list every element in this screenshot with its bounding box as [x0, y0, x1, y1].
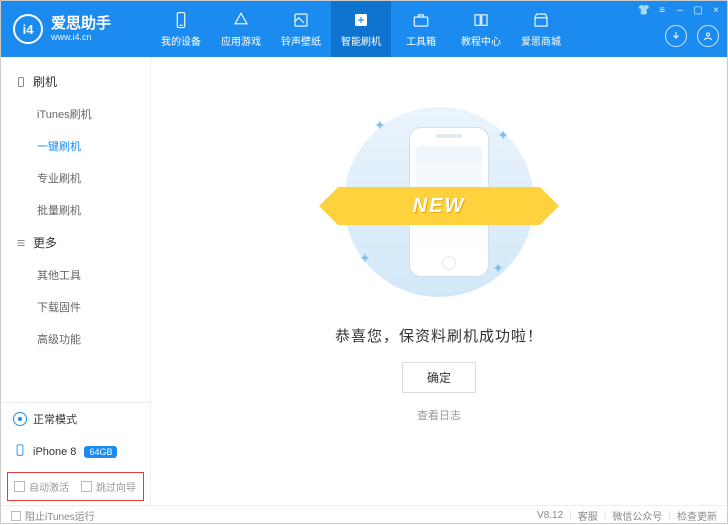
app-logo: i4 爱思助手 www.i4.cn: [1, 14, 151, 44]
maximize-button[interactable]: ▢: [691, 3, 705, 17]
checkbox-label: 跳过向导: [96, 479, 136, 494]
mode-row[interactable]: 正常模式: [1, 403, 150, 435]
sidebar-item-oneclick-flash[interactable]: 一键刷机: [1, 130, 150, 162]
window-controls: 👕 ≡ – ▢ ×: [637, 3, 723, 17]
toolbox-icon: [411, 10, 431, 30]
nav-label: 教程中心: [461, 33, 501, 48]
sparkle-icon: ✦: [492, 260, 504, 277]
new-ribbon: NEW: [319, 187, 559, 225]
skin-button[interactable]: 👕: [637, 3, 651, 17]
header-right: [665, 25, 719, 47]
phone-icon: [13, 443, 27, 460]
mode-icon: [13, 412, 27, 426]
sidebar-group-more[interactable]: 更多: [1, 226, 150, 259]
device-icon: [171, 10, 191, 30]
nav-ringtones[interactable]: 铃声壁纸: [271, 1, 331, 57]
sidebar-item-advanced[interactable]: 高级功能: [1, 323, 150, 355]
sparkle-icon: ✦: [359, 250, 371, 267]
group-title: 刷机: [33, 73, 57, 90]
phone-icon: [15, 76, 27, 88]
nav-apps[interactable]: 应用游戏: [211, 1, 271, 57]
flash-options-row: 自动激活 跳过向导: [7, 472, 144, 501]
divider: |: [569, 510, 572, 521]
sparkle-icon: ✦: [497, 127, 509, 144]
settings-button[interactable]: ≡: [655, 3, 669, 17]
mode-label: 正常模式: [33, 411, 77, 427]
sidebar-group-flash[interactable]: 刷机: [1, 65, 150, 98]
checkbox-label: 自动激活: [29, 479, 69, 494]
nav-label: 工具箱: [406, 33, 436, 48]
nav-toolbox[interactable]: 工具箱: [391, 1, 451, 57]
nav-label: 智能刷机: [341, 33, 381, 48]
sidebar-item-other-tools[interactable]: 其他工具: [1, 259, 150, 291]
app-body: 刷机 iTunes刷机 一键刷机 专业刷机 批量刷机 更多 其他工具 下载固件 …: [1, 57, 727, 505]
sidebar-bottom: 正常模式 iPhone 8 64GB 自动激活 跳过向导: [1, 402, 150, 505]
sidebar: 刷机 iTunes刷机 一键刷机 专业刷机 批量刷机 更多 其他工具 下载固件 …: [1, 57, 151, 505]
wallpaper-icon: [291, 10, 311, 30]
device-row[interactable]: iPhone 8 64GB: [1, 435, 150, 468]
flash-icon: [351, 10, 371, 30]
close-button[interactable]: ×: [709, 3, 723, 17]
success-message: 恭喜您，保资料刷机成功啦！: [335, 325, 543, 346]
status-bar: 阻止iTunes运行 V8.12 | 客服 | 微信公众号 | 检查更新: [1, 505, 727, 525]
ok-button[interactable]: 确定: [402, 362, 476, 393]
nav-store[interactable]: 爱思商城: [511, 1, 571, 57]
nav-label: 铃声壁纸: [281, 33, 321, 48]
divider: |: [668, 510, 671, 521]
book-icon: [471, 10, 491, 30]
storage-badge: 64GB: [84, 446, 117, 458]
app-header: i4 爱思助手 www.i4.cn 我的设备 应用游戏 铃声壁纸 智能刷机 工具…: [1, 1, 727, 57]
version-label: V8.12: [537, 510, 563, 521]
sparkle-icon: ✦: [374, 117, 386, 134]
app-url: www.i4.cn: [51, 33, 111, 42]
logo-icon: i4: [13, 14, 43, 44]
divider: |: [604, 510, 607, 521]
success-illustration: NEW ✦ ✦ ✦ ✦: [329, 97, 549, 307]
view-logs-link[interactable]: 查看日志: [417, 407, 461, 423]
wechat-link[interactable]: 微信公众号: [612, 508, 662, 523]
auto-activate-checkbox[interactable]: 自动激活: [14, 479, 69, 494]
apps-icon: [231, 10, 251, 30]
download-button[interactable]: [665, 25, 687, 47]
main-content: NEW ✦ ✦ ✦ ✦ 恭喜您，保资料刷机成功啦！ 确定 查看日志: [151, 57, 727, 505]
device-name: iPhone 8: [33, 446, 76, 458]
checkbox-icon: [81, 481, 92, 492]
sidebar-scroll: 刷机 iTunes刷机 一键刷机 专业刷机 批量刷机 更多 其他工具 下载固件 …: [1, 57, 150, 402]
check-update-link[interactable]: 检查更新: [677, 508, 717, 523]
sidebar-item-batch-flash[interactable]: 批量刷机: [1, 194, 150, 226]
checkbox-icon: [11, 511, 21, 521]
checkbox-icon: [14, 481, 25, 492]
nav-label: 我的设备: [161, 33, 201, 48]
block-itunes-checkbox[interactable]: 阻止iTunes运行: [11, 508, 95, 523]
minimize-button[interactable]: –: [673, 3, 687, 17]
sidebar-item-pro-flash[interactable]: 专业刷机: [1, 162, 150, 194]
nav-label: 爱思商城: [521, 33, 561, 48]
account-button[interactable]: [697, 25, 719, 47]
nav-flash[interactable]: 智能刷机: [331, 1, 391, 57]
support-link[interactable]: 客服: [578, 508, 598, 523]
nav-tutorials[interactable]: 教程中心: [451, 1, 511, 57]
app-title: 爱思助手: [51, 16, 111, 31]
nav-my-device[interactable]: 我的设备: [151, 1, 211, 57]
sidebar-item-download-firmware[interactable]: 下载固件: [1, 291, 150, 323]
store-icon: [531, 10, 551, 30]
menu-icon: [15, 237, 27, 249]
top-nav: 我的设备 应用游戏 铃声壁纸 智能刷机 工具箱 教程中心 爱思商城: [151, 1, 571, 57]
sidebar-item-itunes-flash[interactable]: iTunes刷机: [1, 98, 150, 130]
nav-label: 应用游戏: [221, 33, 261, 48]
checkbox-label: 阻止iTunes运行: [25, 508, 95, 523]
group-title: 更多: [33, 234, 57, 251]
skip-wizard-checkbox[interactable]: 跳过向导: [81, 479, 136, 494]
